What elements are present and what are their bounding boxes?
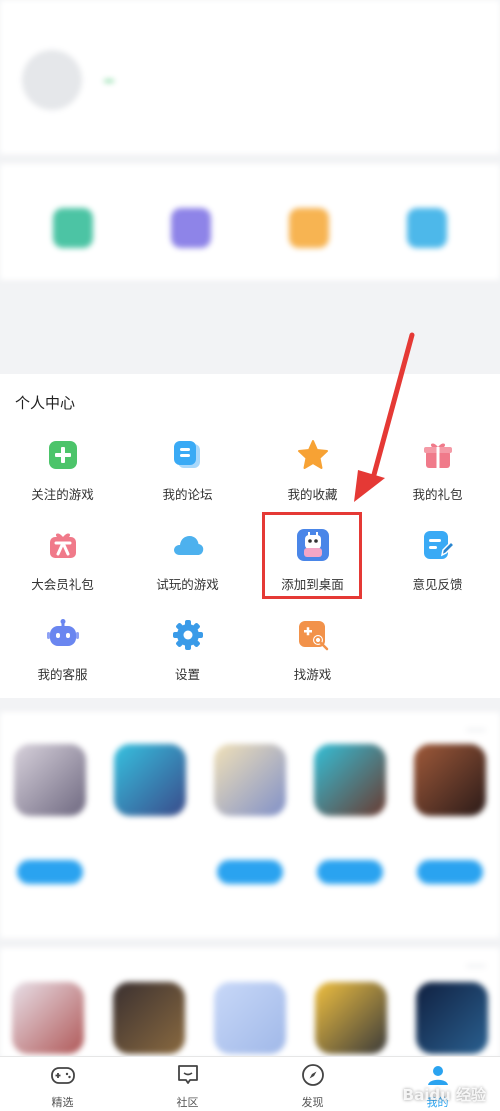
nav-label: 发现 (301, 1096, 324, 1109)
nav-item-discover[interactable]: 发现 (250, 1057, 375, 1111)
game-card[interactable] (312, 744, 388, 884)
annotation-arrow (354, 332, 415, 502)
download-button[interactable] (317, 860, 383, 884)
watermark: Baidu 经验 (402, 1086, 486, 1104)
game-icon[interactable] (315, 982, 387, 1054)
game-icon[interactable] (12, 982, 84, 1054)
nav-item-featured[interactable]: 精选 (0, 1057, 125, 1111)
download-button[interactable] (217, 860, 283, 884)
gamepad-icon (50, 1067, 75, 1084)
game-card[interactable] (112, 744, 188, 884)
nav-label: 社区 (176, 1096, 199, 1109)
game-card[interactable] (412, 744, 488, 884)
recommended-games-section (0, 712, 500, 938)
download-button[interactable] (17, 860, 83, 884)
game-icon[interactable] (416, 982, 488, 1054)
download-button[interactable] (117, 860, 183, 884)
compass-icon (301, 1064, 324, 1086)
hot-games-section (0, 948, 500, 1058)
download-button[interactable] (417, 860, 483, 884)
chat-icon (177, 1065, 198, 1084)
game-icon[interactable] (214, 982, 286, 1054)
more-button[interactable] (466, 964, 486, 968)
game-card[interactable] (212, 744, 288, 884)
more-button[interactable] (466, 728, 486, 732)
nav-item-community[interactable]: 社区 (125, 1057, 250, 1111)
game-card[interactable] (12, 744, 88, 884)
nav-label: 精选 (51, 1096, 74, 1109)
game-icon[interactable] (113, 982, 185, 1054)
